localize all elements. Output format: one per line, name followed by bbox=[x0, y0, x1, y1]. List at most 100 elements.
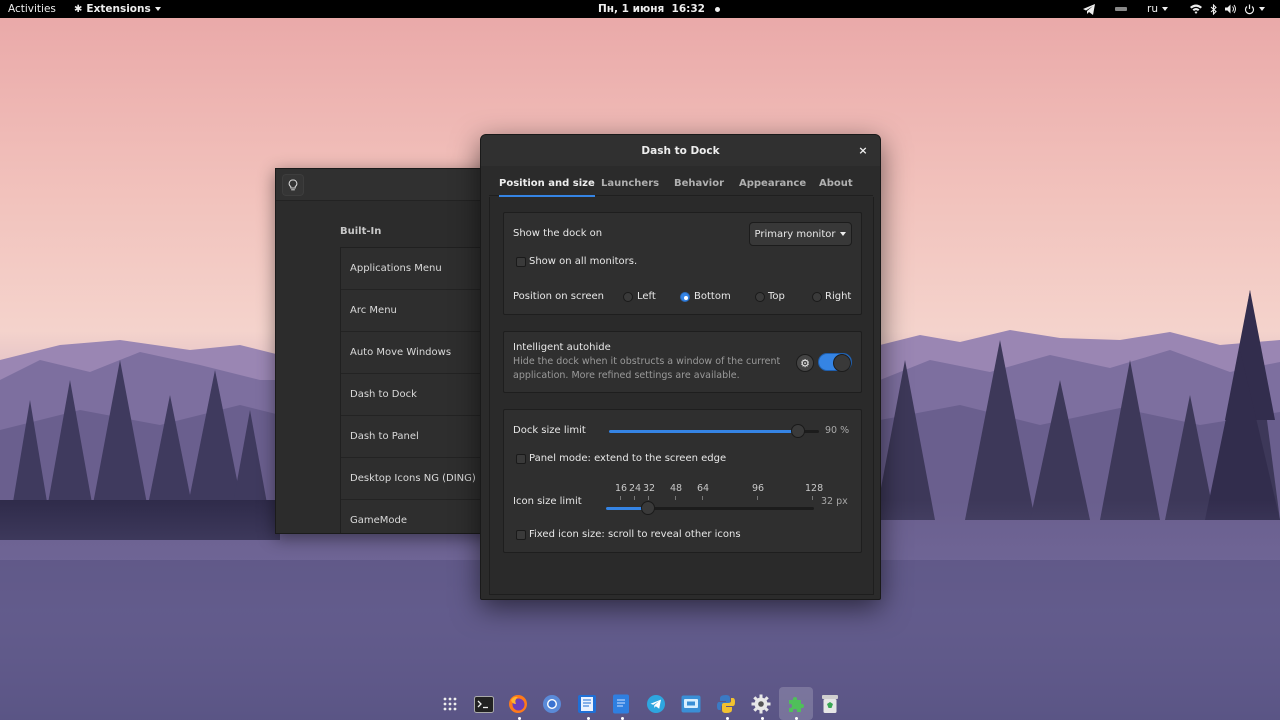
position-left-radio[interactable] bbox=[623, 292, 633, 302]
chevron-down-icon bbox=[1259, 7, 1265, 11]
tab-launchers[interactable]: Launchers bbox=[601, 170, 659, 196]
autohide-toggle[interactable] bbox=[818, 353, 852, 372]
telegram-tray-icon[interactable] bbox=[1083, 0, 1095, 18]
settings-icon[interactable] bbox=[750, 693, 772, 715]
show-dock-on-label: Show the dock on bbox=[513, 228, 603, 239]
dock-size-label: Dock size limit bbox=[513, 425, 586, 436]
chevron-down-icon bbox=[1161, 7, 1168, 11]
tab-position-and-size[interactable]: Position and size bbox=[499, 170, 595, 197]
clock-label: Пн, 1 июня 16:32 bbox=[598, 3, 705, 15]
keyboard-layout-menu[interactable]: ru bbox=[1147, 0, 1168, 18]
list-item[interactable]: Auto Move Windows bbox=[341, 332, 494, 374]
position-top-label: Top bbox=[768, 291, 785, 302]
tick-mark bbox=[620, 496, 621, 500]
list-item[interactable]: GameMode bbox=[341, 500, 494, 533]
autohide-settings-button[interactable]: ⚙ bbox=[796, 354, 814, 372]
trash-icon[interactable] bbox=[819, 693, 841, 715]
bluetooth-icon[interactable] bbox=[1210, 0, 1217, 18]
position-bottom-label: Bottom bbox=[694, 291, 731, 302]
monitor-dropdown-value: Primary monitor bbox=[754, 228, 836, 240]
position-left-label: Left bbox=[637, 291, 656, 302]
extensions-icon[interactable] bbox=[779, 687, 813, 720]
notification-dot-icon bbox=[714, 6, 720, 12]
lightbulb-icon bbox=[288, 179, 298, 190]
python-icon[interactable] bbox=[715, 693, 737, 715]
tab-appearance[interactable]: Appearance bbox=[739, 170, 806, 196]
activities-button[interactable]: Activities bbox=[8, 0, 56, 18]
apps-grid-icon[interactable] bbox=[439, 693, 461, 715]
dock-size-slider-handle[interactable] bbox=[791, 424, 805, 438]
terminal-icon[interactable] bbox=[473, 693, 495, 715]
position-on-screen-label: Position on screen bbox=[513, 291, 604, 302]
dialog-title: Dash to Dock bbox=[641, 144, 720, 157]
puzzle-icon: ✱ bbox=[74, 3, 83, 15]
tab-label: Appearance bbox=[739, 177, 807, 189]
list-item[interactable]: Applications Menu bbox=[341, 248, 494, 290]
extensions-app-menu[interactable]: ✱ Extensions bbox=[74, 0, 161, 18]
show-all-monitors-label: Show on all monitors. bbox=[529, 256, 638, 267]
wifi-icon[interactable] bbox=[1190, 0, 1202, 18]
dock-size-value: 90 % bbox=[825, 425, 850, 436]
firefox-icon[interactable] bbox=[507, 693, 529, 715]
show-all-monitors-checkbox[interactable] bbox=[516, 257, 526, 267]
icon-size-slider-handle[interactable] bbox=[641, 501, 655, 515]
tab-behavior[interactable]: Behavior bbox=[674, 170, 724, 196]
list-item[interactable]: Dash to Panel bbox=[341, 416, 494, 458]
activities-label: Activities bbox=[8, 3, 56, 15]
extensions-headerbar bbox=[276, 169, 494, 201]
extension-name: Auto Move Windows bbox=[350, 347, 452, 358]
tick-mark bbox=[675, 496, 676, 500]
text-editor-icon[interactable] bbox=[576, 693, 598, 715]
extension-name: Dash to Panel bbox=[350, 431, 419, 442]
clock-menu[interactable]: Пн, 1 июня 16:32 bbox=[598, 0, 720, 18]
tick-mark bbox=[812, 496, 813, 500]
tick-label: 24 bbox=[629, 483, 642, 494]
close-icon: × bbox=[858, 143, 868, 157]
tray-indicator-icon[interactable] bbox=[1115, 0, 1127, 18]
top-bar: Activities ✱ Extensions Пн, 1 июня 16:32… bbox=[0, 0, 1280, 18]
list-item[interactable]: Desktop Icons NG (DING) bbox=[341, 458, 494, 500]
autohide-frame: Intelligent autohide Hide the dock when … bbox=[503, 331, 862, 393]
chevron-down-icon bbox=[840, 232, 847, 236]
lightbulb-button[interactable] bbox=[282, 174, 304, 196]
list-item[interactable]: Arc Menu bbox=[341, 290, 494, 332]
position-and-size-page: Show the dock on Primary monitor Show on… bbox=[489, 197, 874, 595]
extensions-label: Extensions bbox=[86, 3, 151, 15]
fixed-icon-size-label: Fixed icon size: scroll to reveal other … bbox=[529, 529, 741, 540]
remote-desktop-icon[interactable] bbox=[680, 693, 702, 715]
tab-about[interactable]: About bbox=[819, 170, 853, 196]
tab-label: Launchers bbox=[601, 177, 660, 189]
chevron-down-icon bbox=[154, 7, 161, 11]
tick-mark bbox=[634, 496, 635, 500]
size-frame: Dock size limit 90 % Panel mode: extend … bbox=[503, 409, 862, 553]
fixed-icon-size-checkbox[interactable] bbox=[516, 530, 526, 540]
tick-label: 128 bbox=[805, 483, 824, 494]
gear-icon: ⚙ bbox=[800, 356, 810, 370]
list-item[interactable]: Dash to Dock bbox=[341, 374, 494, 416]
panel-mode-checkbox[interactable] bbox=[516, 454, 526, 464]
position-right-radio[interactable] bbox=[812, 292, 822, 302]
power-menu[interactable] bbox=[1244, 0, 1265, 18]
position-top-radio[interactable] bbox=[755, 292, 765, 302]
panel-mode-label: Panel mode: extend to the screen edge bbox=[529, 453, 727, 464]
document-icon[interactable] bbox=[610, 693, 632, 715]
tab-label: Position and size bbox=[499, 177, 595, 189]
autohide-description-line-2: application. More refined settings are a… bbox=[513, 370, 740, 381]
tab-bar: Position and size Launchers Behavior App… bbox=[489, 170, 873, 197]
close-button[interactable]: × bbox=[856, 143, 870, 157]
chromium-icon[interactable] bbox=[541, 693, 563, 715]
section-heading: Built-In bbox=[340, 226, 382, 237]
tick-label: 48 bbox=[670, 483, 683, 494]
icon-size-slider[interactable] bbox=[606, 501, 814, 515]
extension-name: Arc Menu bbox=[350, 305, 397, 316]
volume-icon[interactable] bbox=[1225, 0, 1237, 18]
position-bottom-radio[interactable] bbox=[680, 292, 690, 302]
dock-size-slider[interactable] bbox=[609, 424, 819, 438]
tick-label: 96 bbox=[752, 483, 765, 494]
telegram-icon[interactable] bbox=[645, 693, 667, 715]
autohide-description-line-1: Hide the dock when it obstructs a window… bbox=[513, 356, 781, 367]
tab-label: Behavior bbox=[674, 177, 725, 189]
extension-name: Dash to Dock bbox=[350, 389, 417, 400]
monitor-dropdown[interactable]: Primary monitor bbox=[749, 222, 852, 246]
tick-label: 32 bbox=[643, 483, 656, 494]
